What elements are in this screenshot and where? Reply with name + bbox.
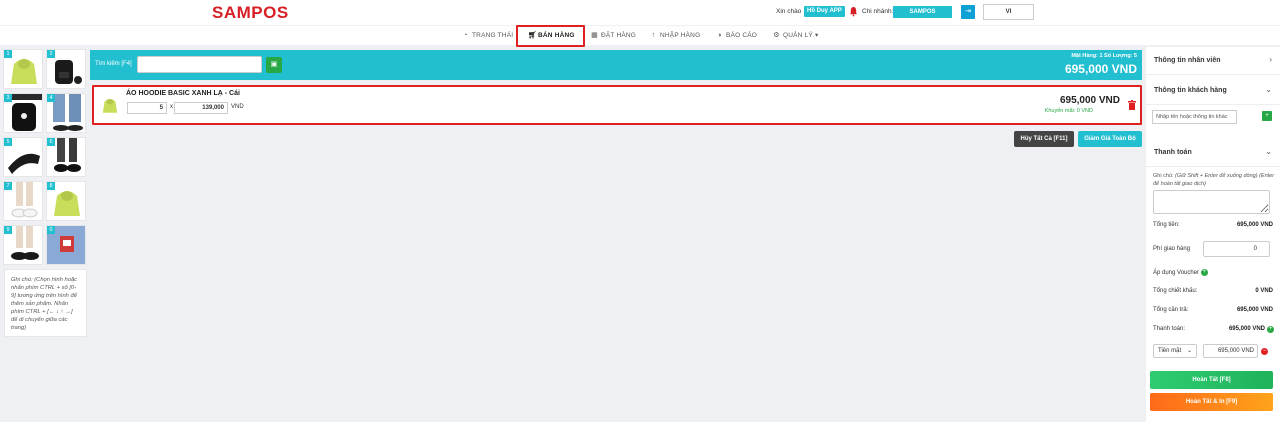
hoodie-image xyxy=(102,98,118,113)
grid-help-note: Ghi chú: (Chọn hình hoặc nhấn phím CTRL … xyxy=(4,269,87,337)
chevron-down-icon: ⌄ xyxy=(1186,348,1192,354)
customer-section-header[interactable]: Thông tin khách hàng ⌄ xyxy=(1146,77,1280,105)
tab-status[interactable]: ◔ TRẠNG THÁI xyxy=(462,26,513,46)
search-bar: Tìm kiếm [F4] ▣ Mặt Hàng: 1 Số Lượng: 5 … xyxy=(90,50,1142,80)
add-payment-icon[interactable]: + xyxy=(1267,326,1274,333)
tab-orders[interactable]: ▦ ĐẶT HÀNG xyxy=(591,26,636,46)
chart-icon: ◑ xyxy=(717,32,722,39)
finish-button[interactable]: Hoàn Tất [F8] xyxy=(1150,371,1273,389)
quantity-input[interactable]: 5 xyxy=(127,102,167,114)
calendar-icon: ▦ xyxy=(591,32,598,39)
chevron-down-icon: ⌄ xyxy=(1265,147,1272,156)
tab-import[interactable]: ↑ NHẬP HÀNG xyxy=(650,26,700,46)
gear-icon: ⚙ xyxy=(773,32,780,39)
payment-section-header[interactable]: Thanh toán ⌄ xyxy=(1146,139,1280,167)
payment-method-select[interactable]: Tiền mặt ⌄ xyxy=(1153,344,1197,358)
product-tile-8[interactable]: 8 xyxy=(46,181,86,221)
add-product-icon: ▣ xyxy=(270,61,278,68)
product-tile-2[interactable]: 2 xyxy=(46,49,86,89)
cart-summary: Mặt Hàng: 1 Số Lượng: 5 xyxy=(1071,53,1137,59)
product-tile-7[interactable]: 7 xyxy=(3,181,43,221)
product-tile-9[interactable]: 9 xyxy=(3,225,43,265)
chevron-down-icon: ⌄ xyxy=(1265,85,1272,94)
product-tile-4[interactable]: 4 xyxy=(46,93,86,133)
logout-button[interactable]: ⇥ xyxy=(961,5,975,19)
search-button[interactable]: ▣ xyxy=(266,57,282,73)
chevron-down-icon: ▾ xyxy=(814,32,819,39)
right-panel: Thông tin nhân viên › Thông tin khách hà… xyxy=(1146,47,1280,422)
discount-all-button[interactable]: Giảm Giá Toàn Bộ xyxy=(1078,131,1142,147)
item-name: ÁO HOODIE BASIC XANH LẠ - Cái xyxy=(126,90,240,97)
remove-payment-icon[interactable]: − xyxy=(1261,348,1268,355)
note-label: Ghi chú: (Giữ Shift + Enter để xuống dòn… xyxy=(1153,173,1275,187)
tab-reports[interactable]: ◑ BÁO CÁO xyxy=(716,26,757,46)
item-discount: Khuyến mãi: 0 VND xyxy=(1044,108,1093,114)
cart-line-item: ÁO HOODIE BASIC XANH LẠ - Cái 5 x 139,00… xyxy=(92,85,1142,125)
search-label: Tìm kiếm [F4] xyxy=(95,61,132,67)
trash-icon[interactable] xyxy=(1128,100,1136,110)
price-input[interactable]: 139,000 xyxy=(174,102,228,114)
note-textarea[interactable] xyxy=(1153,190,1270,214)
product-tile-6[interactable]: 6 xyxy=(46,137,86,177)
chevron-right-icon: › xyxy=(1269,55,1272,64)
cancel-all-button[interactable]: Hủy Tất Cả [F11] xyxy=(1014,131,1074,147)
greeting-text: Xin chào xyxy=(776,8,802,15)
customer-search-input[interactable]: Nhập tên hoặc thông tin khác xyxy=(1152,110,1237,124)
product-tile-1[interactable]: 1 xyxy=(3,49,43,89)
cart-total: 695,000 VND xyxy=(1064,62,1137,76)
times-sign: x xyxy=(170,104,173,110)
product-tile-3[interactable]: 3 xyxy=(3,93,43,133)
add-user-icon: + xyxy=(1265,113,1269,119)
active-tab-highlight xyxy=(516,25,585,47)
payment-amount-input[interactable]: 695,000 VND xyxy=(1203,344,1258,358)
add-voucher-icon[interactable]: + xyxy=(1200,269,1208,276)
dashboard-icon: ◔ xyxy=(463,32,468,39)
branch-label: Chi nhánh: xyxy=(862,8,894,15)
currency-unit: VND xyxy=(231,104,244,110)
bell-icon[interactable] xyxy=(849,6,858,17)
item-total: 695,000 VND xyxy=(1059,95,1120,106)
main-nav: ◔ TRẠNG THÁI 🛒︎BÁN HÀNG ▦ ĐẶT HÀNG ↑ NHẬP H… xyxy=(0,25,1280,45)
branch-select[interactable]: SAMPOS xyxy=(893,6,952,18)
finish-print-button[interactable]: Hoàn Tất & In [F9] xyxy=(1150,393,1273,411)
top-bar: SAMPOS Xin chào Hồ Duy APP Chi nhánh: SA… xyxy=(0,0,1280,25)
logo[interactable]: SAMPOS xyxy=(212,3,289,23)
upload-icon: ↑ xyxy=(651,32,656,39)
staff-section-header[interactable]: Thông tin nhân viên › xyxy=(1146,47,1280,75)
language-select[interactable]: VI xyxy=(983,4,1034,20)
search-input[interactable] xyxy=(137,56,262,73)
shipping-fee-input[interactable]: 0 xyxy=(1203,241,1270,257)
product-tile-5[interactable]: 5 xyxy=(3,137,43,177)
product-tile-0[interactable]: 0 xyxy=(46,225,86,265)
user-badge[interactable]: Hồ Duy APP xyxy=(804,6,845,17)
logout-icon: ⇥ xyxy=(965,8,971,15)
add-customer-button[interactable]: + xyxy=(1262,111,1272,121)
tab-manage[interactable]: ⚙ QUẢN LÝ ▾ xyxy=(773,26,818,46)
